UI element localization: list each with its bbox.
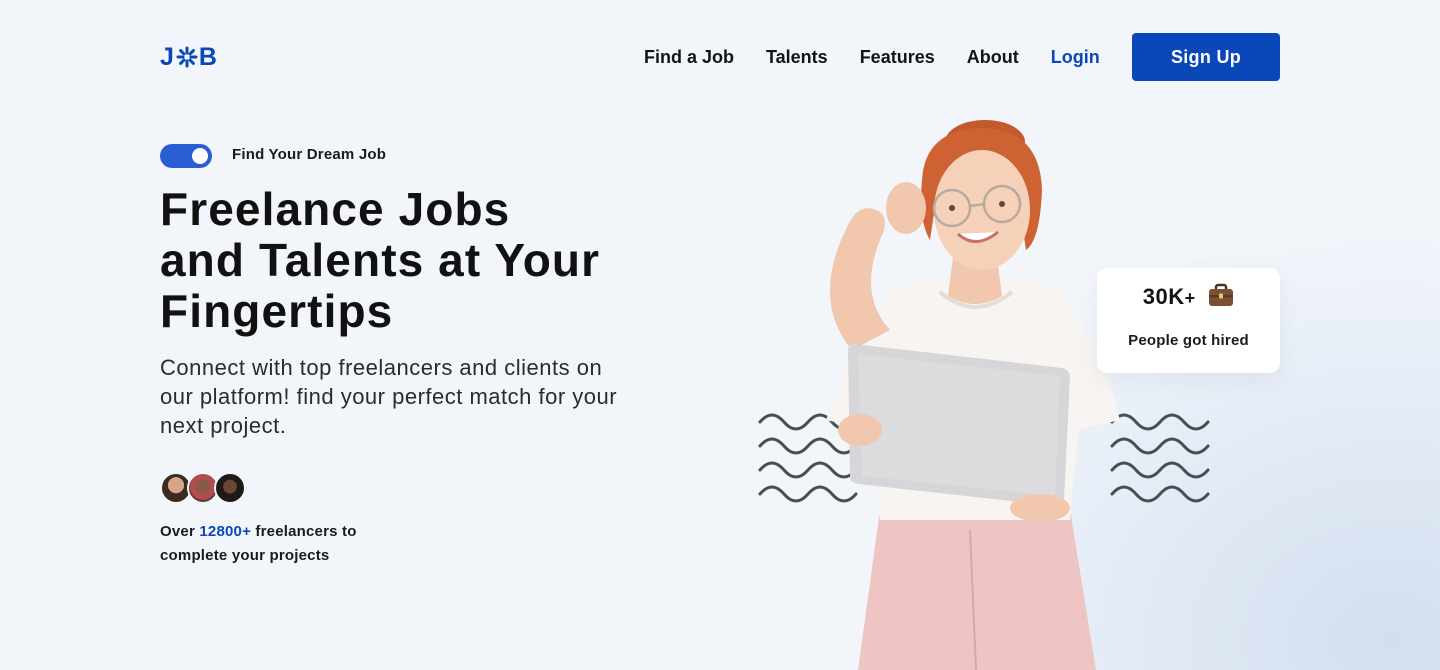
logo[interactable]: J B (160, 42, 218, 72)
headline-line-1: Freelance Jobs (160, 183, 511, 235)
main-nav: Find a Job Talents Features About Login (644, 45, 1100, 69)
nav-features[interactable]: Features (860, 47, 935, 68)
logo-letter-b: B (198, 42, 218, 71)
logo-letter-j: J (160, 42, 175, 71)
nav-talents[interactable]: Talents (766, 47, 828, 68)
headline-line-3: Fingertips (160, 285, 394, 337)
nav-about[interactable]: About (967, 47, 1019, 68)
hero-illustration (740, 100, 1240, 670)
hero-headline: Freelance Jobs and Talents at Your Finge… (160, 184, 680, 337)
briefcase-icon (1208, 283, 1234, 313)
stat-prefix: Over (160, 523, 195, 540)
people-hired-card: 30K+ People got hired (1097, 268, 1280, 373)
wave-pattern-right (1110, 413, 1210, 503)
freelancer-count-text: Over 12800+ freelancers to complete your… (160, 520, 400, 568)
logo-star-icon (176, 46, 198, 68)
people-hired-plus: + (1184, 288, 1196, 308)
nav-find-a-job[interactable]: Find a Job (644, 47, 734, 68)
people-hired-stat: 30K+ (1097, 283, 1280, 313)
avatar (214, 472, 246, 504)
people-hired-value: 30K (1142, 284, 1185, 309)
hero-eyebrow: Find Your Dream Job (232, 146, 387, 163)
headline-line-2: and Talents at Your (160, 234, 601, 286)
pants (858, 510, 1096, 670)
raised-arm (829, 208, 890, 350)
sign-up-button[interactable]: Sign Up (1132, 33, 1280, 81)
dream-job-toggle[interactable] (160, 144, 212, 168)
login-link[interactable]: Login (1051, 47, 1100, 68)
hero-subhead: Connect with top freelancers and clients… (160, 355, 618, 438)
face (934, 150, 1030, 270)
freelancer-count: 12800+ (199, 523, 252, 540)
people-hired-label: People got hired (1128, 332, 1249, 349)
laptop (848, 344, 1070, 507)
freelancer-avatars (160, 472, 260, 504)
toggle-knob (192, 148, 208, 164)
